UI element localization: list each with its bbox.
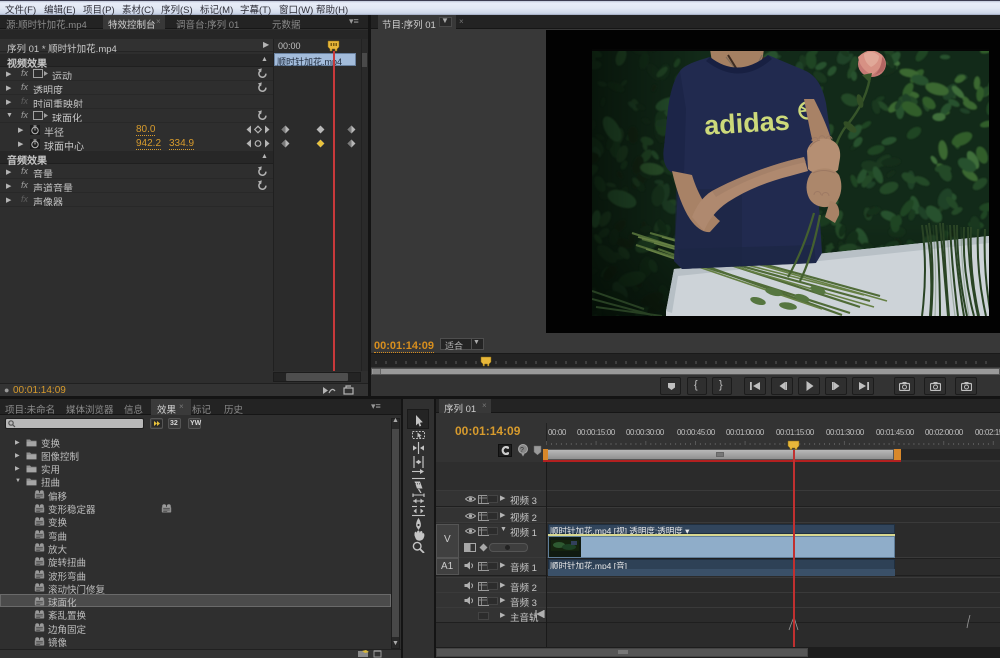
svg-text:?: ? [520,447,524,454]
